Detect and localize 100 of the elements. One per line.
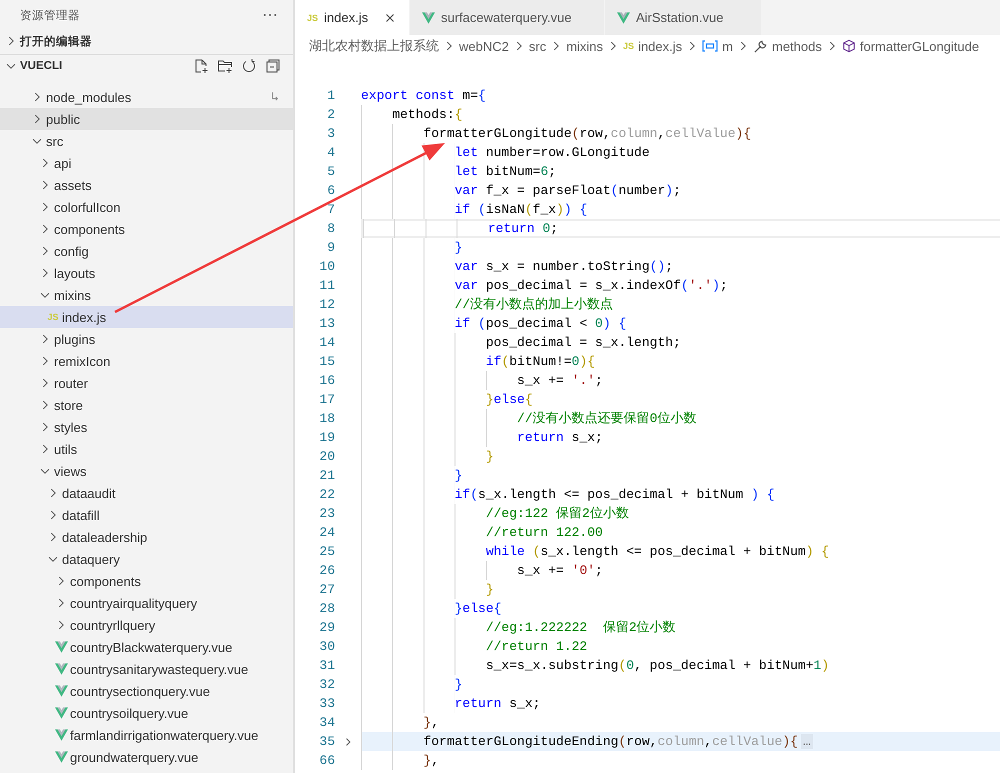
line-number: 31 (318, 658, 335, 673)
line-number: 33 (318, 696, 335, 711)
editor-tab[interactable]: surfacewaterquery.vue (410, 0, 605, 35)
line-number: 19 (318, 430, 335, 445)
breadcrumb-item[interactable]: mixins (566, 38, 604, 54)
editor-tab[interactable]: AirSstation.vue (605, 0, 762, 35)
line-number: 28 (318, 601, 335, 616)
line-number: 3 (326, 126, 335, 141)
line-number: 21 (318, 468, 335, 483)
tree-item[interactable]: countrysoilquery.vue (0, 702, 293, 724)
vue-file-icon (54, 729, 68, 741)
tree-item[interactable]: assets (0, 174, 293, 196)
vue-file-icon (54, 663, 68, 675)
line-number: 7 (326, 202, 335, 217)
js-file-icon: JS (47, 312, 58, 322)
section-header[interactable]: 打开的编辑器 (0, 30, 293, 52)
line-number: 18 (318, 411, 335, 426)
refresh-icon[interactable] (241, 58, 257, 74)
vue-file-icon (54, 707, 68, 719)
line-number: 8 (326, 221, 335, 236)
line-number: 4 (326, 145, 335, 160)
tree-item[interactable]: countryairqualityquery (0, 592, 293, 614)
wrench-icon (752, 38, 768, 54)
tree-item[interactable]: countrysectionquery.vue (0, 680, 293, 702)
vue-file-icon (54, 751, 68, 763)
tree-item[interactable]: api (0, 152, 293, 174)
line-number: 1 (326, 88, 335, 103)
vue-file-icon (422, 12, 435, 24)
variable-icon (702, 40, 718, 52)
line-number: 29 (318, 620, 335, 635)
line-number: 26 (318, 563, 335, 578)
line-number: 25 (318, 544, 335, 559)
tree-item[interactable]: views (0, 460, 293, 482)
line-number: 24 (318, 525, 335, 540)
line-number: 11 (318, 278, 335, 293)
vue-file-icon (617, 12, 630, 24)
js-file-icon: JS (307, 12, 318, 22)
line-number: 17 (318, 392, 335, 407)
line-number: 10 (318, 259, 335, 274)
line-number: 15 (318, 354, 335, 369)
tree-item[interactable]: dataleadership (0, 526, 293, 548)
line-number: 22 (318, 487, 335, 502)
line-number: 20 (318, 449, 335, 464)
line-number: 32 (318, 677, 335, 692)
tree-item[interactable]: countryBlackwaterquery.vue (0, 636, 293, 658)
code-line: export const m={ (361, 87, 486, 105)
line-number: 35 (318, 734, 335, 749)
tree-item[interactable]: styles (0, 416, 293, 438)
tree-item[interactable]: store (0, 394, 293, 416)
tree-item[interactable]: remixIcon (0, 350, 293, 372)
line-number: 27 (318, 582, 335, 597)
line-number: 23 (318, 506, 335, 521)
tree-item[interactable]: components (0, 218, 293, 240)
line-number: 9 (326, 240, 335, 255)
tree-item[interactable]: src (0, 130, 293, 152)
tree-item[interactable]: datafill (0, 504, 293, 526)
breadcrumb-item[interactable]: formatterGLongitude (860, 38, 980, 54)
tree-item[interactable]: dataquery (0, 548, 293, 570)
line-number: 66 (318, 753, 335, 768)
line-number: 6 (326, 183, 335, 198)
new-folder-icon[interactable] (217, 58, 233, 74)
tree-item[interactable]: public (0, 108, 293, 130)
vue-file-icon (54, 641, 68, 653)
tree-item[interactable]: node_modules (0, 86, 293, 108)
collapse-all-icon[interactable] (265, 58, 281, 74)
tree-item[interactable]: config (0, 240, 293, 262)
breadcrumb-item[interactable]: webNC2 (459, 38, 509, 54)
breadcrumb-item[interactable]: 湖北农村数据上报系统 (309, 37, 439, 55)
line-number: 12 (318, 297, 335, 312)
new-file-icon[interactable] (193, 58, 209, 74)
vue-file-icon (54, 685, 68, 697)
tree-item[interactable]: plugins (0, 328, 293, 350)
tree-item[interactable]: JS index.js (0, 306, 293, 328)
line-number: 34 (318, 715, 335, 730)
tree-item[interactable]: dataaudit (0, 482, 293, 504)
tree-item[interactable]: colorfulIcon (0, 196, 293, 218)
js-file-icon: JS (623, 41, 634, 51)
line-number: 14 (318, 335, 335, 350)
breadcrumb-item[interactable]: index.js (638, 38, 682, 54)
tree-item[interactable]: countrysanitarywastequery.vue (0, 658, 293, 680)
tree-item[interactable]: components (0, 570, 293, 592)
tree-item[interactable]: countryrllquery (0, 614, 293, 636)
tree-item[interactable]: router (0, 372, 293, 394)
line-number: 16 (318, 373, 335, 388)
tree-item[interactable]: groundwaterquery.vue (0, 746, 293, 768)
tree-item[interactable]: utils (0, 438, 293, 460)
cube-icon (842, 39, 856, 53)
breadcrumb-item[interactable]: src (528, 38, 546, 54)
editor-tab[interactable]: JS index.js (295, 0, 410, 35)
link-arrow-icon (271, 92, 279, 102)
section-header[interactable]: VUECLI (0, 54, 293, 77)
line-number: 5 (326, 164, 335, 179)
line-number: 2 (326, 107, 335, 122)
breadcrumb-item[interactable]: methods (772, 38, 822, 54)
more-icon[interactable] (263, 13, 277, 17)
tree-item[interactable]: mixins (0, 284, 293, 306)
tree-item[interactable]: farmlandirrigationwaterquery.vue (0, 724, 293, 746)
line-number: 30 (318, 639, 335, 654)
tree-item[interactable]: layouts (0, 262, 293, 284)
breadcrumb-item[interactable]: m (722, 38, 733, 54)
